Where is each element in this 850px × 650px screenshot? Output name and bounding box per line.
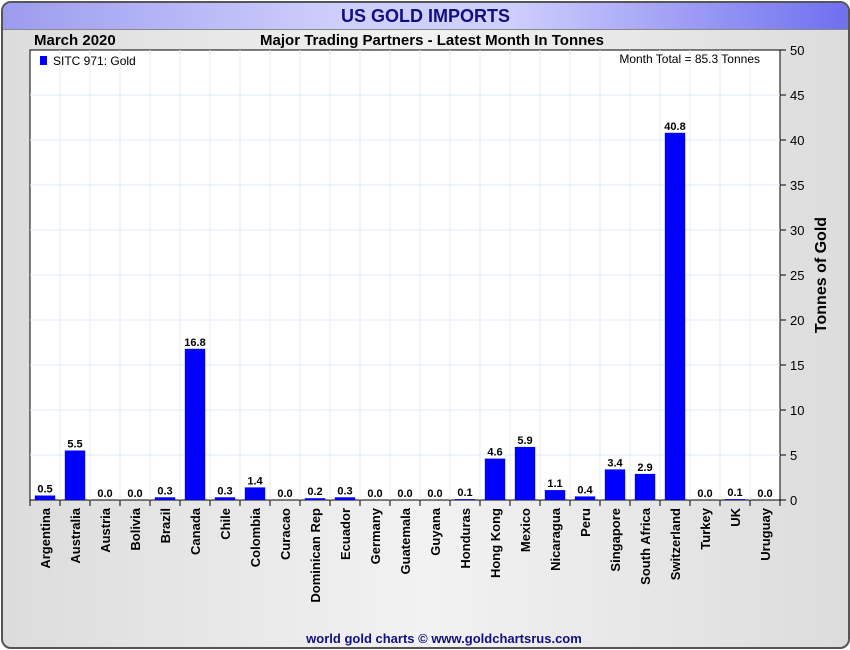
data-label: 0.4 xyxy=(577,484,593,496)
bar-singapore xyxy=(604,469,626,500)
data-label: 0.1 xyxy=(457,487,472,499)
data-label: 5.9 xyxy=(517,435,532,447)
bar-dominican-rep xyxy=(304,498,326,500)
y-tick-label: 30 xyxy=(790,223,804,238)
data-label: 2.9 xyxy=(637,462,652,474)
bar-brazil xyxy=(154,497,176,500)
y-tick-label: 0 xyxy=(790,493,797,508)
data-label: 0.1 xyxy=(727,487,742,499)
x-tick-label: Chile xyxy=(218,508,233,540)
x-tick-label: Dominican Rep xyxy=(308,508,323,603)
bar-ecuador xyxy=(334,497,356,500)
data-label: 40.8 xyxy=(664,121,685,133)
data-label: 0.0 xyxy=(277,488,292,500)
x-tick-label: Guyana xyxy=(428,507,443,555)
y-tick-label: 50 xyxy=(790,43,804,58)
x-tick-label: UK xyxy=(728,507,743,526)
data-label: 3.4 xyxy=(607,457,623,469)
x-tick-label: Honduras xyxy=(458,508,473,569)
x-tick-label: Argentina xyxy=(38,507,53,568)
data-label: 0.2 xyxy=(307,486,322,498)
x-tick-label: Brazil xyxy=(158,508,173,543)
x-tick-label: Guatemala xyxy=(398,507,413,574)
bar-south-africa xyxy=(634,473,656,500)
y-tick-label: 45 xyxy=(790,88,804,103)
month-total-annotation: Month Total = 85.3 Tonnes xyxy=(619,52,760,66)
y-tick-label: 25 xyxy=(790,268,804,283)
data-label: 0.3 xyxy=(157,485,172,497)
x-tick-label: Singapore xyxy=(608,508,623,572)
x-tick-label: Turkey xyxy=(698,507,713,549)
x-tick-label: Switzerland xyxy=(668,508,683,580)
x-tick-label: Australia xyxy=(68,507,83,563)
x-tick-label: Curacao xyxy=(278,508,293,560)
data-label: 4.6 xyxy=(487,447,502,459)
y-tick-label: 15 xyxy=(790,358,804,373)
footer-credit: world gold charts © www.goldchartsrus.co… xyxy=(305,631,582,646)
x-tick-label: Bolivia xyxy=(128,507,143,550)
bar-switzerland xyxy=(664,132,686,501)
data-label: 0.0 xyxy=(127,488,142,500)
y-tick-label: 35 xyxy=(790,178,804,193)
y-tick-label: 20 xyxy=(790,313,804,328)
date-label: March 2020 xyxy=(34,32,116,49)
data-label: 1.1 xyxy=(547,478,562,490)
bar-chart: March 2020 Major Trading Partners - Late… xyxy=(29,32,830,646)
data-label: 0.0 xyxy=(427,488,442,500)
data-label: 0.3 xyxy=(337,485,352,497)
y-axis-label: Tonnes of Gold xyxy=(813,217,830,333)
x-tick-label: South Africa xyxy=(638,507,653,585)
data-label: 0.5 xyxy=(37,484,52,496)
bar-chile xyxy=(214,497,236,500)
bar-uk xyxy=(724,499,746,500)
bar-argentina xyxy=(34,495,56,500)
data-label: 1.4 xyxy=(247,475,263,487)
bar-hong-kong xyxy=(484,458,506,500)
data-label: 0.0 xyxy=(397,488,412,500)
bar-colombia xyxy=(244,487,266,500)
legend-label: SITC 971: Gold xyxy=(53,54,136,68)
y-tick-label: 10 xyxy=(790,403,804,418)
x-tick-label: Uruguay xyxy=(758,507,773,561)
x-tick-label: Germany xyxy=(368,507,383,564)
x-tick-label: Ecuador xyxy=(338,508,353,560)
bar-peru xyxy=(574,496,596,500)
chart-subtitle: Major Trading Partners - Latest Month In… xyxy=(260,32,604,49)
y-tick-label: 5 xyxy=(790,448,797,463)
y-tick-label: 40 xyxy=(790,133,804,148)
bar-nicaragua xyxy=(544,490,566,500)
x-tick-label: Colombia xyxy=(248,507,263,567)
x-tick-label: Peru xyxy=(578,508,593,537)
bar-mexico xyxy=(514,446,536,500)
x-tick-label: Hong Kong xyxy=(488,508,503,578)
x-tick-label: Nicaragua xyxy=(548,507,563,571)
bar-honduras xyxy=(454,499,476,500)
bar-australia xyxy=(64,450,86,500)
data-label: 0.0 xyxy=(697,488,712,500)
legend-swatch xyxy=(40,56,47,65)
x-tick-label: Austria xyxy=(98,507,113,553)
data-label: 0.0 xyxy=(97,488,112,500)
x-tick-label: Canada xyxy=(188,507,203,555)
data-label: 0.0 xyxy=(367,488,382,500)
data-label: 5.5 xyxy=(67,439,82,451)
bar-canada xyxy=(184,348,206,500)
data-label: 0.0 xyxy=(757,488,772,500)
x-tick-label: Mexico xyxy=(518,508,533,552)
data-label: 16.8 xyxy=(184,337,205,349)
data-label: 0.3 xyxy=(217,485,232,497)
